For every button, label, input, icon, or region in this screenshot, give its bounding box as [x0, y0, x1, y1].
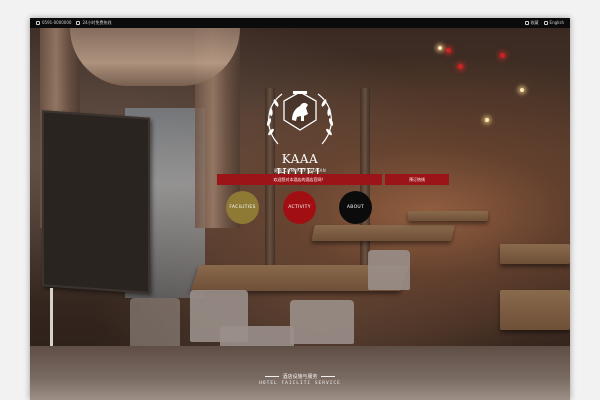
services-heading: 酒店设施与服务 [30, 373, 570, 380]
dining-table [500, 244, 570, 264]
dining-table [311, 225, 455, 241]
headset-icon [76, 21, 81, 25]
chair [368, 250, 410, 290]
phone-item[interactable]: 0591-0000000 [36, 18, 71, 28]
ceiling-light [500, 53, 505, 58]
pendant-lamp [485, 118, 489, 122]
top-bar: 0591-0000000 24小时免费热线 收藏 English [30, 18, 570, 28]
activity-button[interactable]: ACTIVITY [283, 191, 316, 224]
language-label: English [549, 20, 564, 25]
about-button[interactable]: ABOUT [339, 191, 372, 224]
laurel-crest-icon [266, 91, 334, 145]
facilities-button[interactable]: FACILITIES [226, 191, 259, 224]
services-title: 酒店设施与服务 [282, 374, 318, 380]
chair [290, 300, 354, 344]
globe-icon [543, 21, 548, 25]
dining-table [408, 211, 488, 221]
dining-table [500, 290, 570, 330]
star-icon [524, 21, 529, 25]
services-subtitle: HOTEL FAICLITI SERVICE [259, 381, 341, 386]
chair [130, 298, 180, 346]
pendant-lamp [438, 46, 442, 50]
hotel-logo[interactable]: KAAA HOTEL 顾客 COMPANY SLOGAN [256, 84, 344, 180]
phone-number: 0591-0000000 [42, 20, 72, 25]
menu-board [42, 110, 150, 294]
bookmark-label: 收藏 [530, 20, 539, 25]
divider-line [265, 376, 280, 377]
welcome-banner: 欢迎您对本酒店的酒店官网！ [217, 174, 382, 185]
ceiling-light [446, 48, 451, 53]
hero-banner: KAAA HOTEL 顾客 COMPANY SLOGAN 欢迎您对本酒店的酒店官… [30, 28, 570, 346]
hotline-item[interactable]: 24小时免费热线 [76, 18, 112, 28]
contact-button[interactable]: 预订热线 [385, 174, 449, 185]
phone-icon [36, 21, 40, 25]
easel-leg [50, 288, 53, 346]
ceiling-light [458, 64, 463, 69]
bookmark-link[interactable]: 收藏 [524, 18, 539, 28]
chair [220, 326, 294, 346]
browser-frame: 0591-0000000 24小时免费热线 收藏 English KAAA HO… [30, 18, 570, 400]
divider-line [320, 376, 335, 377]
hotline-text: 24小时免费热线 [82, 20, 112, 25]
language-link[interactable]: English [543, 18, 564, 28]
pendant-lamp [520, 88, 524, 92]
